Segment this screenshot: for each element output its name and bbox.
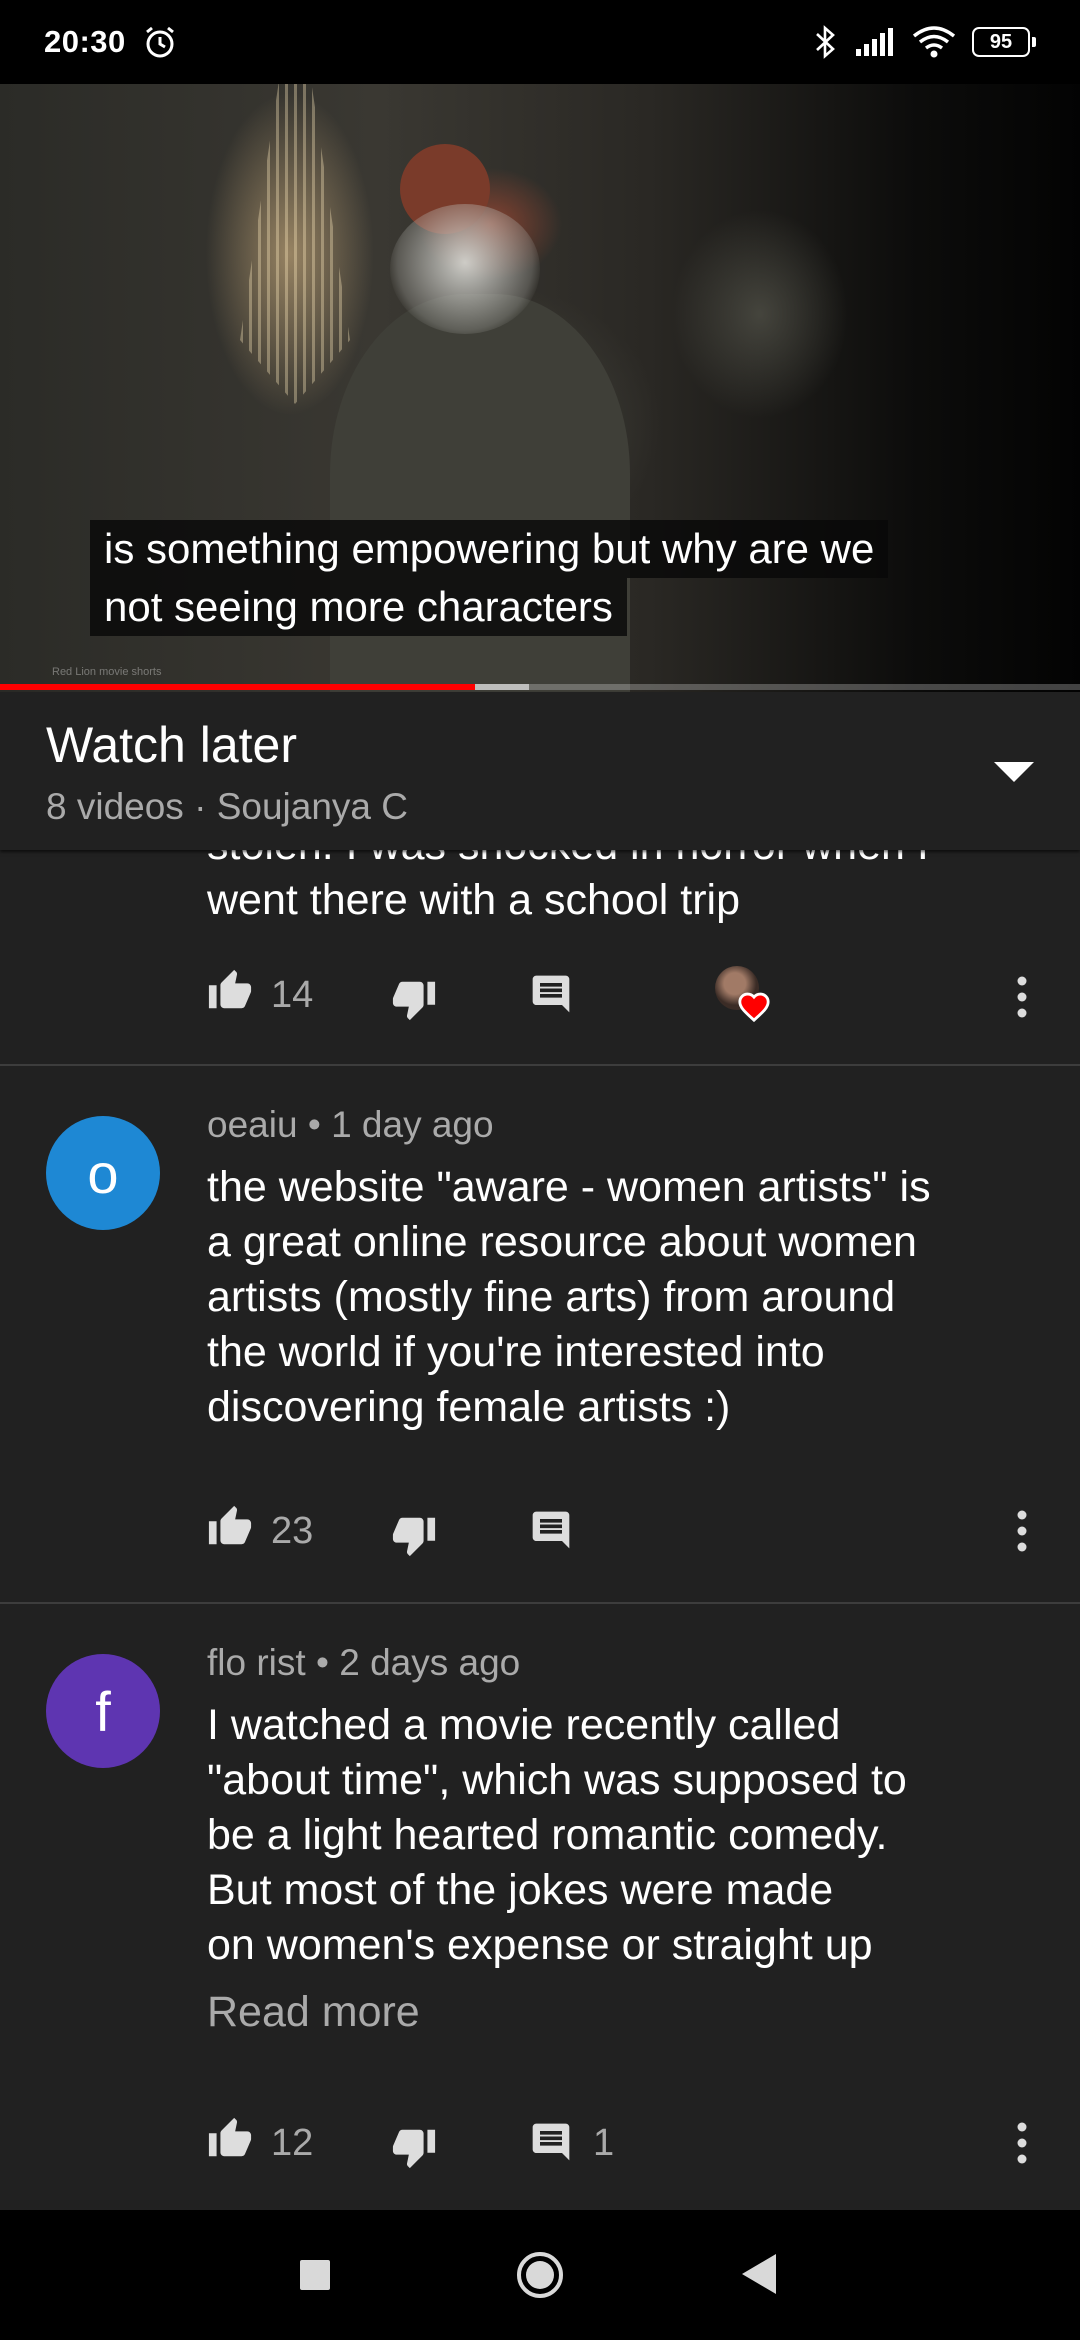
home-button[interactable] [515, 2250, 565, 2300]
comment-actions: 23 [207, 1504, 1047, 1560]
playlist-header[interactable]: Watch later 8 videos · Soujanya C [0, 692, 1080, 850]
avatar-letter: f [95, 1679, 111, 1743]
wifi-icon [912, 26, 956, 58]
more-options-icon[interactable] [1016, 1510, 1028, 1552]
comment-text-line: stolen. I was shocked in horror when I [207, 850, 1047, 873]
like-count: 23 [271, 1510, 314, 1552]
system-nav-bar [0, 2210, 1080, 2340]
comment-item: f flo rist • 2 days ago I watched a movi… [0, 1604, 1080, 2210]
comment-text-line: discovering female artists :) [207, 1383, 731, 1431]
comment-text-line: on women's expense or straight up [207, 1921, 873, 1969]
comment-time: 2 days ago [339, 1642, 521, 1683]
playlist-title: Watch later [46, 717, 298, 773]
video-watermark: Red Lion movie shorts [52, 666, 162, 678]
video-caption: is something empowering but why are we n… [90, 520, 889, 636]
video-frame-wig [390, 204, 540, 334]
bluetooth-icon [816, 25, 835, 59]
comment-text-line: "about time", which was supposed to [207, 1756, 907, 1804]
meta-separator: • [315, 1642, 329, 1683]
more-options-icon[interactable] [1016, 976, 1028, 1018]
comment-text-line: I watched a movie recently called [207, 1701, 841, 1749]
recents-button[interactable] [300, 2260, 330, 2290]
more-options-icon[interactable] [1016, 2122, 1028, 2164]
reply-icon[interactable] [529, 972, 573, 1016]
comment-text-line: the world if you're interested into [207, 1328, 825, 1376]
comment-text: the website "aware - women artists" is a… [207, 1160, 1047, 1435]
status-icons: 95 [812, 25, 1036, 59]
caption-line-2: not seeing more characters [90, 578, 627, 636]
like-count: 14 [271, 974, 314, 1016]
comment-meta: oeaiu • 1 day ago [207, 1104, 494, 1146]
comment-meta: flo rist • 2 days ago [207, 1642, 520, 1684]
creator-heart [715, 966, 779, 1030]
like-icon[interactable] [207, 2116, 253, 2162]
meta-separator: • [307, 1104, 321, 1145]
signal-icon [856, 28, 893, 56]
alarm-icon [145, 26, 174, 58]
comment-text: I watched a movie recently called "about… [207, 1698, 1047, 1973]
comment-actions: 12 1 [207, 2116, 1047, 2172]
battery-icon: 95 [972, 27, 1036, 57]
video-progress-bar[interactable] [0, 684, 1080, 690]
comment-text-line: be a light hearted romantic comedy. [207, 1811, 888, 1859]
comment-text-line: went there with a school trip [207, 876, 740, 924]
reply-count[interactable]: 1 [593, 2122, 614, 2165]
comment-text: stolen. I was shocked in horror when I w… [207, 850, 1047, 928]
comment-actions: 14 [207, 966, 1047, 1024]
comment-author[interactable]: flo rist [207, 1642, 306, 1683]
video-frame-chandelier [240, 84, 350, 404]
status-bar: 20:30 95 [0, 0, 1080, 84]
avatar[interactable]: o [46, 1116, 160, 1230]
like-icon[interactable] [207, 1504, 253, 1550]
back-button[interactable] [742, 2254, 776, 2294]
dislike-icon[interactable] [391, 1512, 437, 1558]
expand-playlist-icon[interactable] [994, 762, 1034, 782]
comments-list[interactable]: stolen. I was shocked in horror when I w… [0, 850, 1080, 2210]
battery-level: 95 [972, 27, 1030, 57]
dislike-icon[interactable] [391, 2124, 437, 2170]
progress-played [0, 684, 476, 690]
dislike-icon[interactable] [391, 976, 437, 1022]
heart-icon [738, 992, 770, 1022]
video-player[interactable]: is something empowering but why are we n… [0, 84, 1080, 692]
comment-item: o oeaiu • 1 day ago the website "aware -… [0, 1066, 1080, 1602]
read-more-link[interactable]: Read more [207, 1988, 420, 2037]
status-time: 20:30 [44, 24, 126, 59]
comment-text-line: a great online resource about women [207, 1218, 917, 1266]
comment-text-line: artists (mostly fine arts) from around [207, 1273, 896, 1321]
like-count: 12 [271, 2122, 314, 2164]
avatar[interactable]: f [46, 1654, 160, 1768]
comment-author[interactable]: oeaiu [207, 1104, 298, 1145]
reply-icon[interactable] [529, 2120, 573, 2164]
like-icon[interactable] [207, 968, 253, 1014]
reply-icon[interactable] [529, 1508, 573, 1552]
comment-text-line: But most of the jokes were made [207, 1866, 834, 1914]
caption-line-1: is something empowering but why are we [90, 520, 889, 578]
comment-item: stolen. I was shocked in horror when I w… [0, 850, 1080, 1064]
comment-text-line: the website "aware - women artists" is [207, 1163, 931, 1211]
avatar-letter: o [87, 1141, 119, 1205]
playlist-subtitle: 8 videos · Soujanya C [46, 786, 408, 827]
comment-time: 1 day ago [331, 1104, 494, 1145]
